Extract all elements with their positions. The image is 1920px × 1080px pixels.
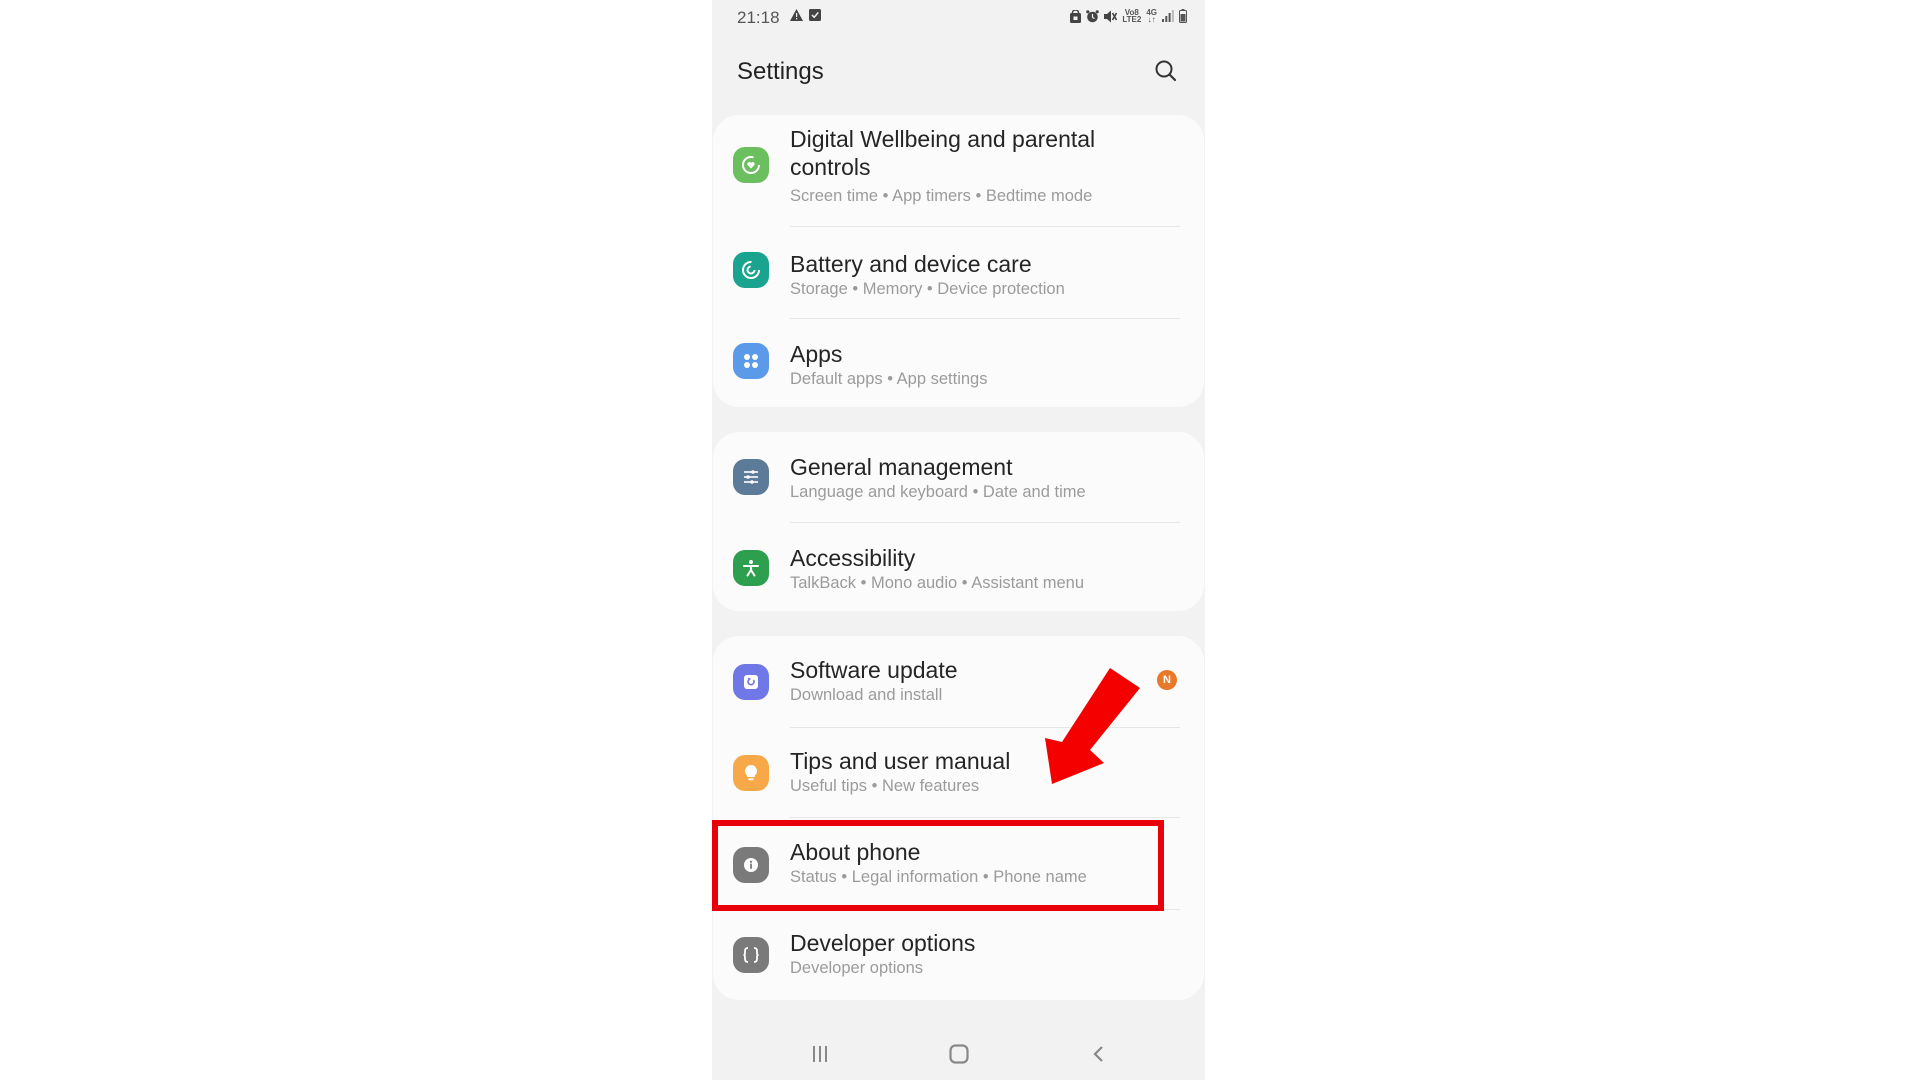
settings-group-3: Software update Download and install N T… — [713, 636, 1204, 1000]
setting-about-phone[interactable]: About phone Status • Legal information •… — [713, 818, 1204, 910]
setting-digital-wellbeing[interactable]: Digital Wellbeing and parental controls … — [713, 115, 1204, 227]
setting-subtitle: Language and keyboard • Date and time — [790, 483, 1086, 501]
setting-subtitle: Useful tips • New features — [790, 777, 980, 795]
recents-icon — [813, 1046, 827, 1062]
battery-icon — [1179, 9, 1187, 23]
volte-icon: Vo8 LTE2 — [1122, 8, 1142, 24]
setting-title: Digital Wellbeing and parental controls — [790, 126, 1096, 180]
setting-developer-options[interactable]: Developer options Developer options — [713, 909, 1204, 1000]
settings-group-2: General management Language and keyboard… — [713, 432, 1204, 611]
new-badge: N — [1157, 670, 1177, 690]
braces-icon — [733, 937, 769, 973]
status-bar: 21:18 Vo8 LTE2 4G ↓↑ — [712, 0, 1205, 34]
setting-subtitle: Screen time • App timers • Bedtime mode — [790, 187, 1093, 205]
setting-subtitle: Status • Legal information • Phone name — [790, 868, 1087, 886]
settings-group-1: Digital Wellbeing and parental controls … — [713, 115, 1204, 407]
setting-title: Software update — [790, 657, 958, 683]
setting-title: General management — [790, 454, 1013, 480]
signal-icon — [1162, 10, 1174, 22]
sim-lock-icon — [1070, 9, 1082, 23]
home-button[interactable] — [944, 1042, 974, 1066]
setting-title: Apps — [790, 341, 843, 367]
back-button[interactable] — [1084, 1042, 1114, 1066]
setting-subtitle: Download and install — [790, 686, 943, 704]
back-icon — [1093, 1046, 1103, 1062]
search-button[interactable] — [1153, 58, 1179, 84]
navigation-bar — [712, 1020, 1205, 1080]
setting-title: Developer options — [790, 930, 976, 956]
lightbulb-icon — [733, 755, 769, 791]
setting-software-update[interactable]: Software update Download and install N — [713, 636, 1204, 728]
home-icon — [949, 1044, 969, 1064]
software-update-icon — [733, 664, 769, 700]
setting-accessibility[interactable]: Accessibility TalkBack • Mono audio • As… — [713, 523, 1204, 611]
device-care-icon — [733, 252, 769, 288]
setting-battery-device-care[interactable]: Battery and device care Storage • Memory… — [713, 227, 1204, 319]
setting-apps[interactable]: Apps Default apps • App settings — [713, 319, 1204, 407]
info-icon — [733, 847, 769, 883]
phone-screen: 21:18 Vo8 LTE2 4G ↓↑ Settings Digital We… — [712, 0, 1205, 1080]
sliders-icon — [733, 459, 769, 495]
accessibility-icon — [733, 550, 769, 586]
mute-icon — [1104, 10, 1118, 22]
setting-tips-user-manual[interactable]: Tips and user manual Useful tips • New f… — [713, 727, 1204, 818]
network-4g-icon: 4G ↓↑ — [1146, 8, 1157, 24]
setting-subtitle: Storage • Memory • Device protection — [790, 280, 1065, 298]
setting-title: Battery and device care — [790, 251, 1032, 277]
setting-title: Tips and user manual — [790, 748, 1011, 774]
page-title: Settings — [737, 58, 824, 85]
setting-subtitle: Developer options — [790, 959, 923, 977]
warning-icon — [790, 9, 803, 21]
apps-icon — [733, 343, 769, 379]
setting-subtitle: Default apps • App settings — [790, 370, 988, 388]
status-time: 21:18 — [737, 8, 780, 27]
checkbox-icon — [809, 9, 821, 21]
digital-wellbeing-icon — [733, 147, 769, 183]
search-icon — [1155, 60, 1177, 82]
recents-button[interactable] — [805, 1042, 835, 1066]
alarm-icon — [1086, 9, 1100, 22]
setting-title: Accessibility — [790, 545, 916, 571]
setting-title: About phone — [790, 839, 921, 865]
setting-subtitle: TalkBack • Mono audio • Assistant menu — [790, 574, 1085, 592]
setting-general-management[interactable]: General management Language and keyboard… — [713, 432, 1204, 523]
